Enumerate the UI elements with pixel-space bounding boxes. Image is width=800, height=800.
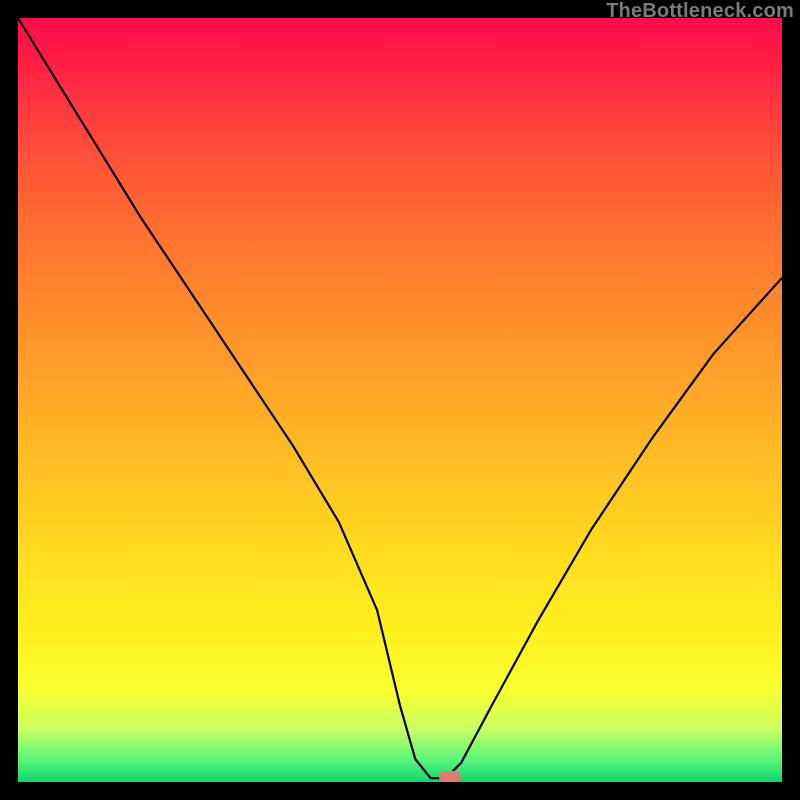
chart-stage: TheBottleneck.com [0, 0, 800, 800]
bottleneck-curve [18, 18, 782, 782]
plot-area [18, 18, 782, 782]
watermark-text: TheBottleneck.com [606, 0, 794, 23]
minimum-marker [439, 771, 461, 782]
